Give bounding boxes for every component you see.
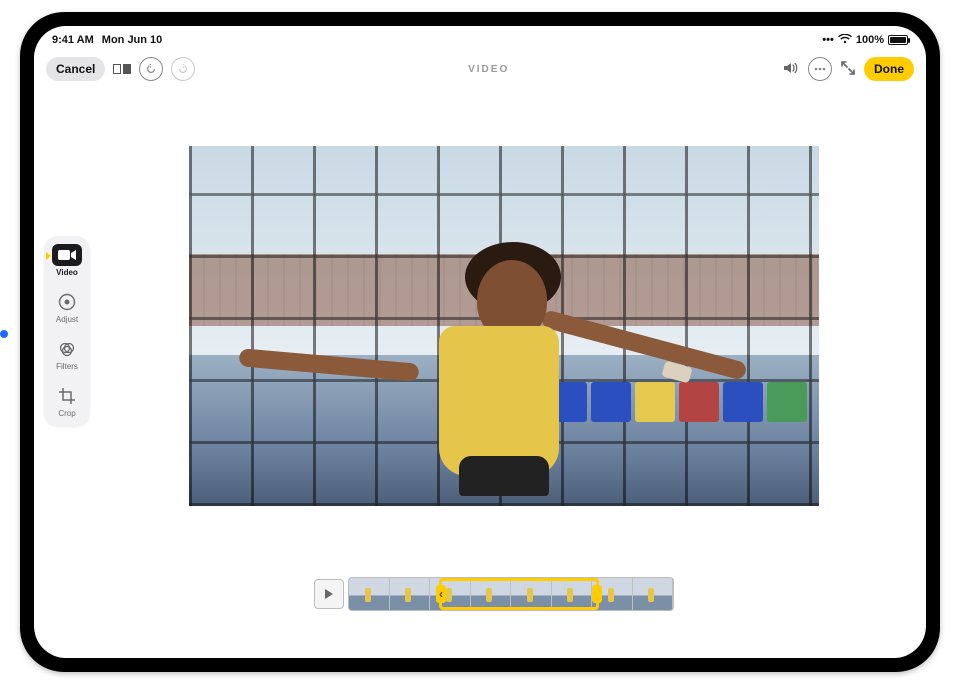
aspect-ratio-icon[interactable] xyxy=(113,64,131,74)
editor-toolbar: Cancel VIDEO xyxy=(34,52,926,86)
play-button[interactable] xyxy=(314,579,344,609)
timeline-thumb xyxy=(552,578,593,610)
adjust-icon xyxy=(52,291,82,313)
video-timeline: ‹ › xyxy=(314,576,674,612)
filters-icon xyxy=(52,338,82,360)
video-preview[interactable] xyxy=(189,146,819,506)
timeline-thumb xyxy=(471,578,512,610)
sidebar-item-label: Adjust xyxy=(56,315,78,324)
timeline-thumb xyxy=(430,578,471,610)
crop-icon xyxy=(52,385,82,407)
redo-button[interactable] xyxy=(171,57,195,81)
edge-indicator xyxy=(0,330,8,338)
mute-button[interactable] xyxy=(782,61,800,78)
sidebar-item-filters[interactable]: Filters xyxy=(52,338,82,371)
status-bar: 9:41 AM Mon Jun 10 ••• 100% xyxy=(52,32,908,48)
wifi-icon xyxy=(838,34,852,47)
done-button[interactable]: Done xyxy=(864,57,914,81)
sidebar-item-adjust[interactable]: Adjust xyxy=(52,291,82,324)
sidebar-item-label: Filters xyxy=(56,362,78,371)
sidebar-item-video[interactable]: Video xyxy=(52,244,82,277)
timeline-thumb xyxy=(349,578,390,610)
sidebar-item-label: Crop xyxy=(58,409,75,418)
timeline-thumb xyxy=(633,578,674,610)
timeline-thumb xyxy=(390,578,431,610)
undo-button[interactable] xyxy=(139,57,163,81)
status-date: Mon Jun 10 xyxy=(102,34,163,46)
cellular-icon: ••• xyxy=(822,34,834,46)
sidebar-item-crop[interactable]: Crop xyxy=(52,385,82,418)
more-button[interactable] xyxy=(808,57,832,81)
battery-icon xyxy=(888,35,908,45)
screen: 9:41 AM Mon Jun 10 ••• 100% Cancel xyxy=(34,26,926,658)
active-indicator-icon xyxy=(46,252,51,260)
video-camera-icon xyxy=(52,244,82,266)
frame-strip[interactable]: ‹ › xyxy=(348,577,674,611)
edit-mode-sidebar: Video Adjust Filters Crop xyxy=(44,236,90,426)
ipad-frame: 9:41 AM Mon Jun 10 ••• 100% Cancel xyxy=(20,12,940,672)
status-time: 9:41 AM xyxy=(52,34,94,46)
timeline-thumb xyxy=(592,578,633,610)
fullscreen-button[interactable] xyxy=(840,60,856,79)
cancel-button[interactable]: Cancel xyxy=(46,57,105,81)
sidebar-item-label: Video xyxy=(56,268,78,277)
mode-label: VIDEO xyxy=(195,64,782,75)
video-scene xyxy=(189,146,819,506)
timeline-thumb xyxy=(511,578,552,610)
battery-pct: 100% xyxy=(856,34,884,46)
